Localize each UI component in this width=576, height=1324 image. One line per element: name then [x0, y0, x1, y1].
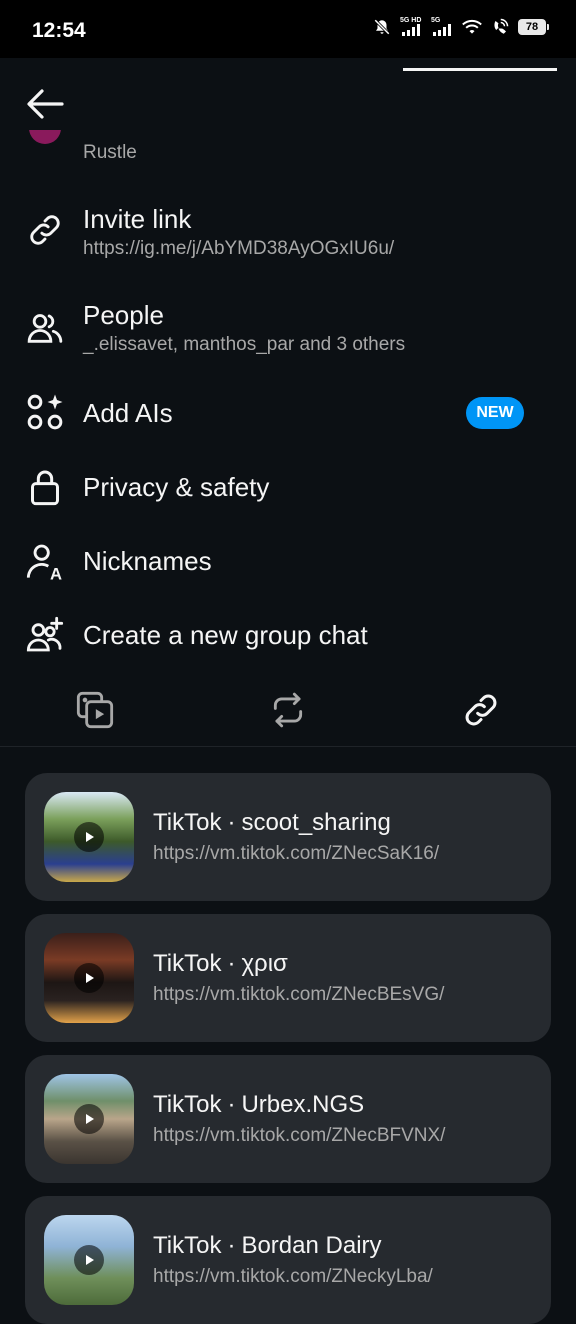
signal-icon: 5G HD [400, 17, 422, 36]
link-source: TikTok [153, 950, 222, 977]
people-title: People [83, 300, 164, 330]
link-icon [25, 210, 65, 250]
link-separator: · [227, 1232, 236, 1259]
nicknames-row[interactable]: A Nicknames [0, 530, 576, 592]
people-subtitle: _.elissavet, manthos_par and 3 others [83, 334, 406, 355]
link-source: TikTok [153, 1232, 222, 1259]
arrow-left-icon [27, 89, 64, 119]
nickname-icon: A [25, 541, 65, 581]
privacy-safety-row[interactable]: Privacy & safety [0, 456, 576, 518]
people-icon [25, 308, 65, 348]
play-icon [74, 822, 104, 852]
network-label-2: 5G [431, 17, 441, 24]
video-thumbnail [44, 1215, 134, 1305]
link-url: https://vm.tiktok.com/ZNecBEsVG/ [153, 984, 445, 1005]
link-title: TikTok · Urbex.NGS [153, 1091, 364, 1119]
battery-icon: 78 [518, 18, 549, 35]
partial-settings-row[interactable]: Rustle [0, 130, 576, 166]
video-thumbnail [44, 933, 134, 1023]
lock-icon [25, 467, 65, 507]
people-row[interactable]: People _.elissavet, manthos_par and 3 ot… [0, 292, 576, 368]
link-separator: · [227, 950, 236, 977]
link-title: TikTok · scoot_sharing [153, 809, 391, 837]
invite-link-url: https://ig.me/j/AbYMD38AyOGxIU6u/ [83, 238, 395, 259]
link-card[interactable]: TikTok · Urbex.NGS https://vm.tiktok.com/Z… [25, 1055, 551, 1183]
tab-divider [0, 746, 576, 747]
link-url: https://vm.tiktok.com/ZNeckyLba/ [153, 1266, 433, 1287]
hotspot-icon [494, 18, 509, 34]
play-icon [74, 963, 104, 993]
back-button[interactable] [22, 84, 66, 124]
link-author: χρισ [241, 950, 288, 977]
video-thumbnail [44, 1074, 134, 1164]
link-card[interactable]: TikTok · χρισ https://vm.tiktok.com/ZNecBE… [25, 914, 551, 1042]
link-icon [465, 694, 497, 726]
wifi-icon [462, 19, 482, 34]
play-icon [74, 1104, 104, 1134]
invite-link-title: Invite link [83, 204, 192, 234]
link-title: TikTok · Bordan Dairy [153, 1232, 382, 1260]
tab-media[interactable] [0, 676, 190, 744]
link-author: Urbex.NGS [241, 1091, 365, 1118]
nicknames-title: Nicknames [83, 546, 212, 576]
link-author: scoot_sharing [241, 809, 391, 836]
create-group-chat-title: Create a new group chat [83, 620, 368, 650]
mute-bell-icon [374, 18, 390, 35]
link-url: https://vm.tiktok.com/ZNecSaK16/ [153, 843, 440, 864]
link-source: TikTok [153, 809, 222, 836]
play-icon [74, 1245, 104, 1275]
repost-icon [273, 692, 303, 728]
create-group-chat-row[interactable]: Create a new group chat [0, 604, 576, 666]
theme-avatar [29, 130, 61, 144]
add-people-icon [25, 615, 65, 655]
add-ais-row[interactable]: Add AIs NEW [0, 380, 576, 446]
status-icons: 5G HD 5G 78 [373, 17, 549, 36]
link-card[interactable]: TikTok · scoot_sharing https://vm.tiktok.c… [25, 773, 551, 901]
content-tabs [0, 676, 576, 748]
signal-icon-2: 5G [431, 17, 453, 36]
tab-reposts[interactable] [193, 676, 383, 744]
status-bar: 12:54 5G HD 5G 78 [0, 0, 576, 58]
add-ais-title: Add AIs [83, 398, 173, 428]
new-badge: NEW [466, 397, 524, 429]
svg-text:A: A [50, 564, 62, 581]
tab-links[interactable] [386, 676, 576, 744]
invite-link-row[interactable]: Invite link https://ig.me/j/AbYMD38AyOGx… [0, 196, 576, 272]
add-ai-icon [25, 392, 65, 432]
partial-row-subtitle: Rustle [83, 142, 137, 163]
privacy-safety-title: Privacy & safety [83, 472, 270, 502]
active-tab-indicator [403, 68, 557, 71]
network-label-1: 5G HD [400, 17, 422, 24]
video-thumbnail [44, 792, 134, 882]
media-icon [76, 691, 114, 729]
link-separator: · [227, 1091, 236, 1118]
link-source: TikTok [153, 1091, 222, 1118]
link-url: https://vm.tiktok.com/ZNecBFVNX/ [153, 1125, 446, 1146]
link-separator: · [227, 809, 236, 836]
link-author: Bordan Dairy [241, 1232, 382, 1259]
link-title: TikTok · χρισ [153, 950, 288, 978]
link-card[interactable]: TikTok · Bordan Dairy https://vm.tiktok.co… [25, 1196, 551, 1324]
status-time: 12:54 [32, 19, 86, 42]
